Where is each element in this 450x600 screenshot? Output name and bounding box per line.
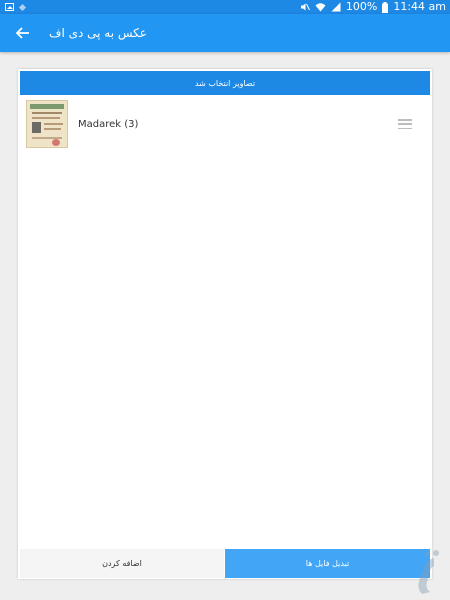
clock: 11:44 am xyxy=(393,0,446,13)
file-name: Madarek (3) xyxy=(78,118,139,130)
back-button[interactable] xyxy=(3,14,43,52)
page-title: عکس به پی دی اف xyxy=(49,26,147,40)
drag-handle-icon[interactable] xyxy=(398,119,412,129)
selected-images-header: تصاویر انتخاب شد xyxy=(20,71,430,95)
wifi-icon xyxy=(315,3,326,12)
battery-percent: 100% xyxy=(345,0,378,13)
watermark-logo-icon xyxy=(418,550,439,594)
signal-icon xyxy=(331,2,341,12)
add-button[interactable]: اضافه کردن xyxy=(20,549,224,578)
battery-icon xyxy=(382,1,389,13)
selected-images-card: تصاویر انتخاب شد Madarek (3) xyxy=(18,69,432,579)
arrow-left-icon xyxy=(16,27,29,39)
app-notification-icon xyxy=(18,3,27,11)
status-bar: 100% 11:44 am xyxy=(0,0,450,14)
document-thumbnail xyxy=(26,100,68,148)
mute-icon xyxy=(300,3,310,11)
list-item[interactable]: Madarek (3) xyxy=(20,98,430,150)
image-notification-icon xyxy=(5,3,14,11)
app-bar: عکس به پی دی اف xyxy=(0,14,450,52)
convert-files-button[interactable]: تبدیل فایل ها xyxy=(225,549,430,578)
